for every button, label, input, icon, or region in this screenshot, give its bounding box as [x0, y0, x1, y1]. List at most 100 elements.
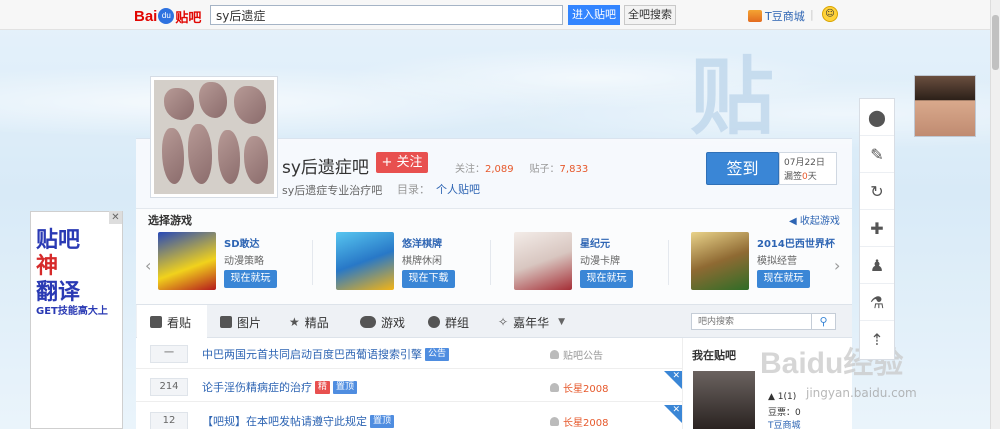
post-row: 214 论手淫伤精病症的治疗 精 置顶 长星2008 ✕ — [136, 371, 682, 402]
games-prev-arrow-icon[interactable]: ‹ — [145, 256, 151, 275]
baidu-tieba-logo[interactable]: Bai du 贴吧 — [134, 6, 201, 26]
document-icon — [150, 316, 162, 328]
tab-featured[interactable]: ★ 精品 — [289, 314, 329, 330]
refresh-icon[interactable]: ↻ — [860, 173, 894, 210]
scrollbar-thumb[interactable] — [992, 15, 999, 70]
all-forum-search-button[interactable]: 全吧搜索 — [624, 5, 676, 25]
close-icon[interactable]: ✕ — [672, 371, 680, 381]
chat-icon — [428, 316, 440, 328]
user-level: ▲ 1(1) — [768, 392, 797, 402]
posts-label: 贴子： — [529, 164, 560, 175]
location-pin-icon[interactable]: ⬤ — [860, 99, 894, 136]
sky-background — [0, 30, 990, 150]
game-category: 动漫卡牌 — [580, 256, 620, 267]
chevron-down-icon: ▼ — [558, 317, 565, 327]
sign-streak: 漏签0天 — [784, 172, 817, 182]
ad-line-3: 翻译 — [36, 280, 81, 305]
user-icon — [550, 350, 559, 359]
tab-groups[interactable]: 群组 — [428, 314, 469, 330]
user-profile-photo[interactable] — [914, 75, 976, 137]
user-icon[interactable]: ♟ — [860, 247, 894, 284]
user-tdou-link[interactable]: T豆商城 — [768, 418, 801, 429]
follow-label: 关注： — [455, 164, 485, 175]
game-thumbnail[interactable] — [514, 232, 572, 290]
back-to-top-icon[interactable]: ⇡ — [860, 321, 894, 358]
post-title[interactable]: 中巴两国元首共同启动百度巴西葡语搜索引擎 — [202, 346, 422, 362]
game-thumbnail[interactable] — [691, 232, 749, 290]
enter-forum-button[interactable]: 进入贴吧 — [568, 5, 620, 25]
close-icon[interactable]: ✕ — [672, 405, 680, 415]
game-play-button[interactable]: 现在就玩 — [224, 270, 277, 288]
game-card: SD敢达 动漫策略 现在就玩 — [158, 232, 328, 292]
forum-search-input[interactable] — [691, 313, 812, 330]
close-icon[interactable]: ✕ — [109, 211, 122, 224]
plus-icon[interactable]: ✚ — [860, 210, 894, 247]
my-tieba-title: 我在贴吧 — [692, 349, 736, 362]
game-divider — [312, 240, 313, 285]
ad-line-1: 贴吧 — [36, 228, 81, 253]
forum-slogan: sy后遗症专业治疗吧 — [282, 184, 383, 197]
user-icon — [550, 417, 559, 426]
post-author[interactable]: 贴吧公告 — [550, 347, 603, 362]
search-input[interactable] — [210, 5, 563, 25]
game-thumbnail[interactable] — [336, 232, 394, 290]
forum-avatar[interactable] — [150, 76, 278, 198]
post-author[interactable]: 长星2008 — [550, 380, 608, 395]
game-download-button[interactable]: 现在下载 — [402, 270, 455, 288]
directory-label: 目录： — [397, 183, 430, 196]
post-title-line: 【吧规】在本吧发帖请遵守此规定 置顶 — [202, 413, 395, 429]
right-toolbar: ⬤ ✎ ↻ ✚ ♟ ⚗ ⇡ — [859, 98, 895, 360]
game-divider — [668, 240, 669, 285]
watermark-url: jingyan.baidu.com — [806, 386, 917, 400]
tab-posts[interactable]: 看贴 — [150, 314, 191, 330]
post-title-line: 论手淫伤精病症的治疗 精 置顶 — [202, 379, 358, 395]
game-card: 星纪元 动漫卡牌 现在就玩 — [514, 232, 684, 292]
tab-images[interactable]: 图片 — [220, 314, 261, 330]
post-tag-announcement: 公告 — [425, 347, 450, 361]
image-icon — [220, 316, 232, 328]
post-row: 12 【吧规】在本吧发帖请遵守此规定 置顶 长星2008 ✕ — [136, 405, 682, 429]
page-scrollbar[interactable] — [990, 0, 1000, 429]
sign-in-button[interactable]: 签到 — [706, 152, 779, 185]
game-card: 2014巴西世界杯 模拟经营 现在就玩 — [691, 232, 861, 292]
game-thumbnail[interactable] — [158, 232, 216, 290]
follow-count: 2,089 — [485, 164, 514, 175]
flask-icon[interactable]: ⚗ — [860, 284, 894, 321]
reply-count: 12 — [150, 412, 188, 429]
emoji-face-icon[interactable]: ☺ — [822, 6, 838, 22]
follow-button[interactable]: + 关注 — [376, 152, 428, 173]
directory-link[interactable]: 个人贴吧 — [436, 183, 480, 196]
tab-carnival[interactable]: ✧ 嘉年华 ▼ — [498, 314, 565, 330]
game-divider — [490, 240, 491, 285]
game-play-button[interactable]: 现在就玩 — [580, 270, 633, 288]
tieba-watermark-glyph: 贴 — [690, 48, 775, 146]
post-tag-pinned: 置顶 — [370, 414, 395, 428]
star-icon: ★ — [289, 315, 300, 329]
tdou-mall-link[interactable]: T豆商城 — [748, 8, 805, 24]
edit-icon[interactable]: ✎ — [860, 136, 894, 173]
reply-count: 一 — [150, 345, 188, 363]
carnival-icon: ✧ — [498, 315, 509, 329]
game-name[interactable]: SD敢达 — [224, 235, 260, 250]
post-tag-featured: 精 — [315, 380, 331, 394]
search-icon[interactable]: ⚲ — [812, 313, 836, 330]
forum-name: sy后遗症吧 — [282, 158, 369, 178]
game-name[interactable]: 悠洋棋牌 — [402, 235, 442, 250]
collapse-games-link[interactable]: ◀ 收起游戏 — [789, 212, 840, 227]
topbar-divider: | — [810, 8, 814, 21]
game-name[interactable]: 星纪元 — [580, 235, 610, 250]
post-title[interactable]: 论手淫伤精病症的治疗 — [202, 379, 312, 395]
forum-avatar-image — [154, 80, 274, 194]
post-title-line: 中巴两国元首共同启动百度巴西葡语搜索引擎 公告 — [202, 346, 450, 362]
post-title[interactable]: 【吧规】在本吧发帖请遵守此规定 — [202, 413, 367, 429]
logo-bai: Bai — [134, 7, 158, 25]
post-author[interactable]: 长星2008 — [550, 414, 608, 429]
user-avatar[interactable] — [693, 371, 755, 429]
game-category: 模拟经营 — [757, 256, 797, 267]
game-name[interactable]: 2014巴西世界杯 — [757, 235, 835, 250]
sign-date: 07月22日 — [784, 158, 825, 168]
tab-games[interactable]: 游戏 — [360, 314, 405, 330]
post-row: 一 中巴两国元首共同启动百度巴西葡语搜索引擎 公告 贴吧公告 — [136, 338, 682, 369]
game-play-button[interactable]: 现在就玩 — [757, 270, 810, 288]
ad-extra: GET技能高大上 — [36, 306, 108, 317]
